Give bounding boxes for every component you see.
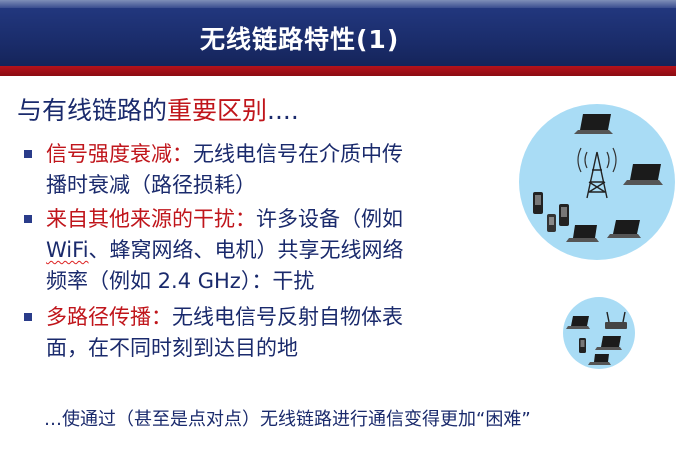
bullet-marker xyxy=(24,313,32,321)
bullet-interference: 来自其他来源的干扰：许多设备（例如 WiFi、蜂窝网络、电机）共享无线网络 频率… xyxy=(24,204,490,298)
bullet-text: 信号强度衰减：无线电信号在介质中传 播时衰减（路径损耗） xyxy=(46,139,496,201)
bullet-line: 多路径传播：无线电信号反射自物体表 xyxy=(46,305,403,329)
bullet-term: 信号强度衰减： xyxy=(46,142,193,166)
bullet-text: 来自其他来源的干扰：许多设备（例如 WiFi、蜂窝网络、电机）共享无线网络 频率… xyxy=(46,204,496,297)
footer-note: …使通过（甚至是点对点）无线链路进行通信变得更加“困难” xyxy=(44,409,531,430)
bullet-line: 信号强度衰减：无线电信号在介质中传 xyxy=(46,142,403,166)
bullet-line: 播时衰减（路径损耗） xyxy=(46,173,256,197)
slide-heading: 与有线链路的重要区别.... xyxy=(17,93,299,129)
smartphone-icon xyxy=(579,338,586,353)
bullet-line: 频率（例如 2.4 GHz）：干扰 xyxy=(46,269,315,293)
bullet-line: WiFi、蜂窝网络、电机）共享无线网络 xyxy=(46,238,404,262)
heading-suffix: .... xyxy=(267,96,299,125)
bullet-marker xyxy=(24,150,32,158)
bullet-marker xyxy=(24,215,32,223)
wireless-network-illustration xyxy=(519,104,675,260)
bullet-line: 来自其他来源的干扰：许多设备（例如 xyxy=(46,207,403,231)
wifi-term: WiFi xyxy=(46,238,89,262)
bullet-term: 多路径传播： xyxy=(46,305,172,329)
heading-emphasis: 重要区别 xyxy=(167,96,268,125)
smartphone-icon xyxy=(533,192,543,214)
heading-prefix: 与有线链路的 xyxy=(17,96,168,125)
slide-title: 无线链路特性(1) xyxy=(200,25,400,54)
bullet-text: 多路径传播：无线电信号反射自物体表 面，在不同时刻到达目的地 xyxy=(46,302,496,364)
bullet-signal-attenuation: 信号强度衰减：无线电信号在介质中传 播时衰减（路径损耗） xyxy=(24,139,490,201)
red-divider-bar xyxy=(0,66,676,76)
top-strip xyxy=(0,0,676,8)
bullet-term: 来自其他来源的干扰： xyxy=(46,207,256,231)
bullet-multipath: 多路径传播：无线电信号反射自物体表 面，在不同时刻到达目的地 xyxy=(24,302,490,364)
smartphone-icon xyxy=(559,204,569,226)
bullet-line: 面，在不同时刻到达目的地 xyxy=(46,336,298,360)
ad-hoc-network-illustration xyxy=(563,297,635,369)
smartphone-icon xyxy=(547,214,556,232)
